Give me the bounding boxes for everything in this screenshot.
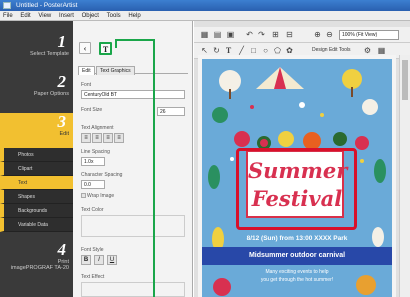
step-number: 2 [57,72,67,91]
scrollbar-thumb[interactable] [402,60,408,100]
underline-button[interactable]: U [107,255,117,265]
align-center-button[interactable]: ≡ [92,133,102,143]
event-description-line1: Many exciting events to help [265,269,329,275]
menu-edit[interactable]: Edit [17,11,33,21]
window-title: Untitled - PosterArtist [16,2,78,9]
menu-tools[interactable]: Tools [104,11,124,21]
zoom-select[interactable]: 100% (Fit View) [339,30,399,40]
step-number: 4 [57,240,67,259]
text-tool-icon[interactable]: T [99,42,112,55]
step-edit[interactable]: 3 Edit [0,113,73,148]
menu-object[interactable]: Object [79,11,102,21]
text-color-box[interactable] [81,215,185,237]
toolbar-top: ▦ ▤ ▣ ↶ ↷ ⊞ ⊟ ⊕ ⊖ 100% (Fit View) [194,27,410,43]
bold-button[interactable]: B [81,255,91,265]
layout-icon[interactable]: ▤ [212,29,223,40]
italic-button[interactable]: I [94,255,104,265]
step-print[interactable]: 4 Print imagePROGRAF TA-20 [0,241,73,281]
zoom-out-icon[interactable]: ⊖ [324,29,335,40]
tab-text-graphics[interactable]: Text Graphics [96,66,135,75]
font-style-label: Font Style [81,247,104,253]
image-icon[interactable]: ▣ [225,29,236,40]
zoom-in-icon[interactable]: ⊕ [312,29,323,40]
menu-help[interactable]: Help [125,11,143,21]
vertical-scrollbar[interactable] [399,55,410,297]
align-icon[interactable]: ⊟ [284,29,295,40]
step-paper-options[interactable]: 2 Paper Options [0,73,73,105]
font-label: Font [81,82,92,88]
alignment-label: Text Alignment [81,125,114,131]
title-bar: Untitled - PosterArtist [0,0,410,11]
design-edit-tools-label[interactable]: Design Edit Tools [312,47,351,53]
sidebar-item-text[interactable]: Text [0,176,73,190]
arrange-icon[interactable]: ⊞ [270,29,281,40]
text-effect-box[interactable] [81,282,185,297]
align-justify-button[interactable]: ≡ [114,133,124,143]
menu-bar: File Edit View Insert Object Tools Help [0,11,410,21]
step-select-template[interactable]: 1 Select Template [0,33,73,65]
line-spacing-label: Line Spacing [81,149,110,155]
align-right-button[interactable]: ≡ [103,133,113,143]
view-icon[interactable]: ▦ [199,29,210,40]
menu-insert[interactable]: Insert [56,11,77,21]
step-number: 1 [57,32,67,51]
step-label: Select Template [29,51,69,57]
wizard-sidebar: 1 Select Template 2 Paper Options 3 Edit… [0,21,73,297]
text-color-label: Text Color [81,207,104,213]
undo-icon[interactable]: ‹ [79,42,91,54]
align-left-button[interactable]: ≡ [81,133,91,143]
tab-edit[interactable]: Edit [78,66,95,75]
wrap-checkbox[interactable] [81,193,86,198]
font-select[interactable]: CenturyOld BT [81,90,185,99]
char-spacing-field[interactable]: 0.0 [81,180,105,189]
step-label: Paper Options [33,91,69,97]
menu-view[interactable]: View [35,11,54,21]
line-spacing-field[interactable]: 1.0x [81,157,105,166]
step-number: 3 [57,112,67,131]
redo-icon[interactable]: ↷ [256,29,267,40]
menu-file[interactable]: File [0,11,16,21]
printer-name: imagePROGRAF TA-20 [10,265,69,271]
char-spacing-label: Character Spacing [81,172,123,178]
app-icon [3,2,11,9]
event-description-line2: you get through the hot summer! [260,277,334,283]
highlight-frame [236,148,357,230]
text-effect-label: Text Effect [81,274,105,280]
undo-icon[interactable]: ↶ [244,29,255,40]
edit-subitems: Photos Clipart Text Shapes Backgrounds V… [0,148,73,232]
wrap-label: Wrap Image [87,193,115,199]
event-banner: Midsummer outdoor carnival [202,247,392,265]
sidebar-item-variable-data[interactable]: Variable Data [0,218,73,232]
properties-panel: ‹ T Edit Text Graphics Font CenturyOld B… [73,21,193,297]
sidebar-item-backgrounds[interactable]: Backgrounds [0,204,73,218]
font-size-field[interactable]: 26 [157,107,185,116]
event-date: 8/12 (Sun) from 13:00 XXXX Park [246,235,348,242]
sidebar-item-clipart[interactable]: Clipart [0,162,73,176]
font-size-label: Font Size [81,107,103,113]
step-label: Edit [59,131,69,137]
panel-tabs: Edit Text Graphics [78,66,188,75]
sidebar-item-photos[interactable]: Photos [0,148,73,162]
sidebar-item-shapes[interactable]: Shapes [0,190,73,204]
